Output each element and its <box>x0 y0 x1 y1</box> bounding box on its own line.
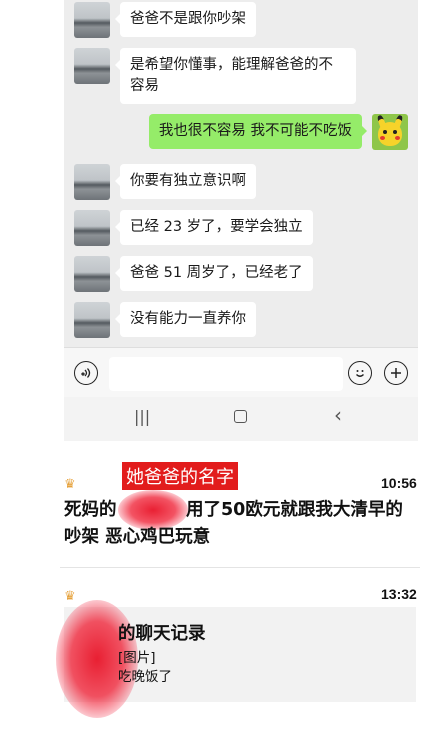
avatar <box>74 210 110 246</box>
avatar <box>74 302 110 338</box>
message-bubble: 爸爸 51 周岁了，已经老了 <box>115 256 313 291</box>
crown-icon: ♛ <box>64 588 76 603</box>
annotation-label: 她爸爸的名字 <box>122 462 238 490</box>
post-time: 13:32 <box>381 586 417 602</box>
divider <box>60 567 420 568</box>
chat-message: 是希望你懂事，能理解爸爸的不容易 <box>74 48 356 104</box>
chat-message: 爸爸 51 周岁了，已经老了 <box>74 256 313 292</box>
card-line: 吃晚饭了 <box>118 669 172 685</box>
chat-screenshot: 爸爸不是跟你吵架 是希望你懂事，能理解爸爸的不容易 我也很不容易 我不可能不吃饭… <box>64 0 418 347</box>
avatar <box>74 2 110 38</box>
card-title: 的聊天记录 <box>118 624 206 644</box>
avatar <box>74 256 110 292</box>
avatar <box>74 48 110 84</box>
crown-icon: ♛ <box>64 476 76 491</box>
chat-message: 我也很不容易 我不可能不吃饭 <box>148 114 408 150</box>
voice-icon[interactable] <box>74 361 98 385</box>
chat-input-bar <box>64 347 418 398</box>
chat-message: 没有能力一直养你 <box>74 302 256 338</box>
post-time: 10:56 <box>381 475 417 491</box>
message-bubble: 是希望你懂事，能理解爸爸的不容易 <box>115 48 356 104</box>
pikachu-avatar <box>372 114 408 150</box>
chat-message: 爸爸不是跟你吵架 <box>74 2 256 38</box>
message-bubble-self: 我也很不容易 我不可能不吃饭 <box>148 114 368 149</box>
android-nav-bar: ||| ‹ <box>64 397 418 441</box>
message-bubble: 你要有独立意识啊 <box>115 164 256 199</box>
message-bubble: 已经 23 岁了，要学会独立 <box>115 210 313 245</box>
back-button[interactable]: ‹ <box>334 403 342 427</box>
message-bubble: 没有能力一直养你 <box>115 302 256 337</box>
chat-message: 已经 23 岁了，要学会独立 <box>74 210 313 246</box>
avatar <box>74 164 110 200</box>
message-bubble: 爸爸不是跟你吵架 <box>115 2 256 37</box>
home-button[interactable] <box>234 410 247 423</box>
plus-icon[interactable] <box>384 361 408 385</box>
recent-apps-button[interactable]: ||| <box>134 407 150 426</box>
emoji-icon[interactable] <box>348 361 372 385</box>
card-line: [图片] <box>118 650 156 666</box>
chat-message: 你要有独立意识啊 <box>74 164 256 200</box>
post-text: 用了50欧元就跟我大清早的吵架 恶心鸡巴玩意 <box>64 500 403 547</box>
message-input[interactable] <box>109 357 343 391</box>
